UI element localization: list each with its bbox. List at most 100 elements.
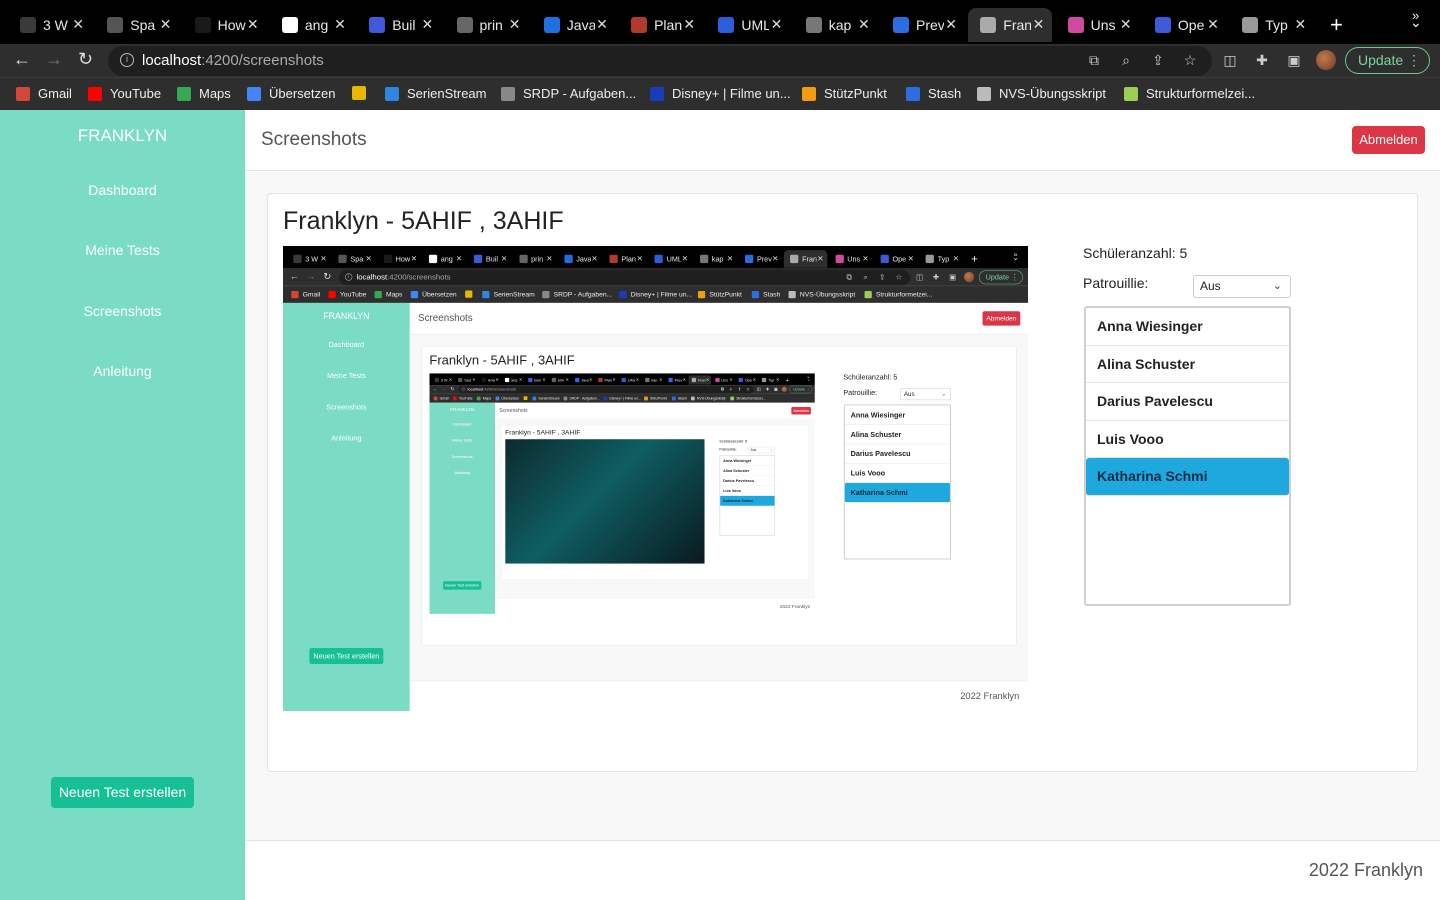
tab-12[interactable]: Uns ✕ [712, 375, 734, 384]
student-list-item[interactable]: Katharina Schmi [844, 482, 950, 503]
profile-avatar[interactable] [963, 271, 975, 283]
new-test-button[interactable]: Neuen Test erstellen [309, 648, 384, 665]
tab-5[interactable]: prin ✕ [513, 250, 556, 268]
cast-icon[interactable]: ◫ [1222, 52, 1238, 68]
tab-14[interactable]: Typ ✕ [919, 250, 962, 268]
share-icon[interactable]: ⇪ [1150, 52, 1166, 68]
menu-dots-icon[interactable]: ⋮ [1407, 48, 1421, 73]
tab-2[interactable]: How ✕ [478, 375, 500, 384]
tab-close-icon[interactable]: ✕ [546, 254, 552, 263]
site-info-icon[interactable]: i [345, 273, 353, 281]
student-list-item[interactable]: Luis Vooo [844, 464, 950, 483]
bookmark-item[interactable]: Maps [374, 290, 402, 298]
site-info-icon[interactable]: i [461, 387, 466, 392]
tab-close-icon[interactable]: ✕ [753, 378, 756, 383]
zoom-icon[interactable]: ⌕ [729, 387, 733, 391]
sidebar-item-meine-tests[interactable]: Meine Tests [283, 371, 410, 379]
bookmark-item[interactable]: StützPunkt [644, 396, 667, 400]
bookmark-item[interactable]: SerienStream [532, 396, 560, 400]
tab-close-icon[interactable]: ✕ [509, 16, 521, 33]
tab-3[interactable]: ang ✕ [502, 375, 524, 384]
tab-5[interactable]: prin ✕ [445, 8, 529, 42]
screenshot-image[interactable]: 3 W ✕ Spa ✕ How ✕ ang ✕ Buil ✕ prin ✕ Java ✕ Plan ✕ UML ✕… [283, 246, 1028, 711]
logout-button[interactable]: Abmelden [1352, 126, 1425, 154]
cast-icon[interactable]: ◫ [757, 387, 761, 391]
bookmark-item[interactable]: Gmail [16, 86, 72, 101]
tab-close-icon[interactable]: ✕ [72, 16, 84, 33]
tab-13[interactable]: Ope ✕ [874, 250, 917, 268]
bookmark-item[interactable]: YouTube [452, 396, 473, 400]
sidebar-item-screenshots[interactable]: Screenshots [283, 403, 410, 411]
bookmark-item[interactable]: Gmail [433, 396, 449, 400]
tab-7[interactable]: Plan ✕ [619, 8, 703, 42]
reload-icon[interactable]: ↻ [323, 271, 331, 282]
address-bar[interactable]: localhost:4200/screenshots [108, 46, 1212, 76]
translate-icon[interactable]: ⧉ [1086, 52, 1102, 68]
sidebar-item-screenshots[interactable]: Screenshots [0, 303, 245, 319]
tab-6[interactable]: Java ✕ [572, 375, 594, 384]
student-list-item[interactable]: Anna Wiesinger [844, 405, 950, 425]
tab-11[interactable]: Fran ✕ [968, 8, 1053, 42]
tab-9[interactable]: kap ✕ [794, 8, 878, 42]
bookmarks-overflow-icon[interactable]: » [807, 375, 809, 379]
screenshot-image[interactable] [505, 439, 705, 564]
tab-2[interactable]: How ✕ [183, 8, 267, 42]
bookmark-item[interactable]: Strukturformelzei... [864, 290, 932, 298]
tab-6[interactable]: Java ✕ [558, 250, 601, 268]
bookmark-item[interactable]: NVS-Übungsskript [788, 290, 855, 298]
bookmark-item[interactable]: NVS-Übungsskript [690, 396, 725, 400]
tab-close-icon[interactable]: ✕ [366, 254, 372, 263]
tab-1[interactable]: Spa ✕ [455, 375, 477, 384]
bookmark-item[interactable]: Stash [671, 396, 687, 400]
tab-close-icon[interactable]: ✕ [683, 16, 695, 33]
sidebar-item-meine-tests[interactable]: Meine Tests [429, 438, 495, 442]
bookmark-item[interactable]: Stash [906, 86, 961, 101]
reload-icon[interactable]: ↻ [78, 49, 93, 70]
student-list-item[interactable]: Darius Pavelescu [844, 444, 950, 464]
bookmark-item[interactable]: Strukturformelzei... [1124, 86, 1255, 101]
tab-10[interactable]: Prev ✕ [881, 8, 965, 42]
tab-4[interactable]: Buil ✕ [468, 250, 511, 268]
tab-close-icon[interactable]: ✕ [858, 16, 870, 33]
tab-close-icon[interactable]: ✕ [596, 16, 608, 33]
tab-close-icon[interactable]: ✕ [247, 16, 259, 33]
address-bar[interactable]: localhost:4200/screenshots [458, 385, 754, 394]
bookmark-star-icon[interactable]: ☆ [895, 273, 903, 281]
tab-8[interactable]: UML ✕ [648, 250, 691, 268]
bookmark-item[interactable]: SRDP - Aufgaben... [501, 86, 636, 101]
bookmark-item[interactable]: Maps [177, 86, 231, 101]
update-button[interactable]: Update ⋮ [1345, 47, 1430, 74]
bookmark-item[interactable]: SerienStream [482, 290, 535, 298]
tab-close-icon[interactable]: ✕ [908, 254, 914, 263]
profile-avatar[interactable] [1316, 50, 1336, 70]
tab-13[interactable]: Ope ✕ [735, 375, 757, 384]
bookmark-item[interactable]: Maps [476, 396, 491, 400]
update-button[interactable]: Update ⋮ [978, 270, 1023, 285]
sidebar-item-anleitung[interactable]: Anleitung [0, 363, 245, 379]
student-list-item[interactable]: Katharina Schmi [720, 495, 775, 506]
back-icon[interactable]: ← [290, 271, 299, 282]
sidebar-item-dashboard[interactable]: Dashboard [429, 422, 495, 426]
tab-close-icon[interactable]: ✕ [1207, 16, 1219, 33]
student-list-item[interactable]: Anna Wiesinger [1086, 308, 1289, 346]
bookmark-item[interactable]: SRDP - Aufgaben... [563, 396, 600, 400]
tab-8[interactable]: UML ✕ [619, 375, 641, 384]
sidebar-item-anleitung[interactable]: Anleitung [283, 434, 410, 442]
tab-close-icon[interactable]: ✕ [729, 378, 732, 383]
tab-close-icon[interactable]: ✕ [411, 254, 417, 263]
bookmark-item[interactable]: Disney+ | Filme un... [650, 86, 791, 101]
tab-0[interactable]: 3 W ✕ [8, 8, 92, 42]
tab-close-icon[interactable]: ✕ [472, 378, 475, 383]
logout-button[interactable]: Abmelden [791, 407, 811, 415]
tab-close-icon[interactable]: ✕ [589, 378, 592, 383]
tab-close-icon[interactable]: ✕ [519, 378, 522, 383]
address-bar[interactable]: localhost:4200/screenshots [338, 269, 911, 286]
tab-4[interactable]: Buil ✕ [357, 8, 441, 42]
bookmark-item[interactable]: Gmail [291, 290, 320, 298]
reload-icon[interactable]: ↻ [450, 386, 454, 392]
side-panel-icon[interactable]: ▣ [948, 273, 956, 281]
student-list-item[interactable]: Katharina Schmi [1086, 458, 1289, 496]
bookmark-item[interactable]: YouTube [328, 290, 366, 298]
tab-close-icon[interactable]: ✕ [1120, 16, 1132, 33]
bookmark-item[interactable] [523, 396, 530, 401]
